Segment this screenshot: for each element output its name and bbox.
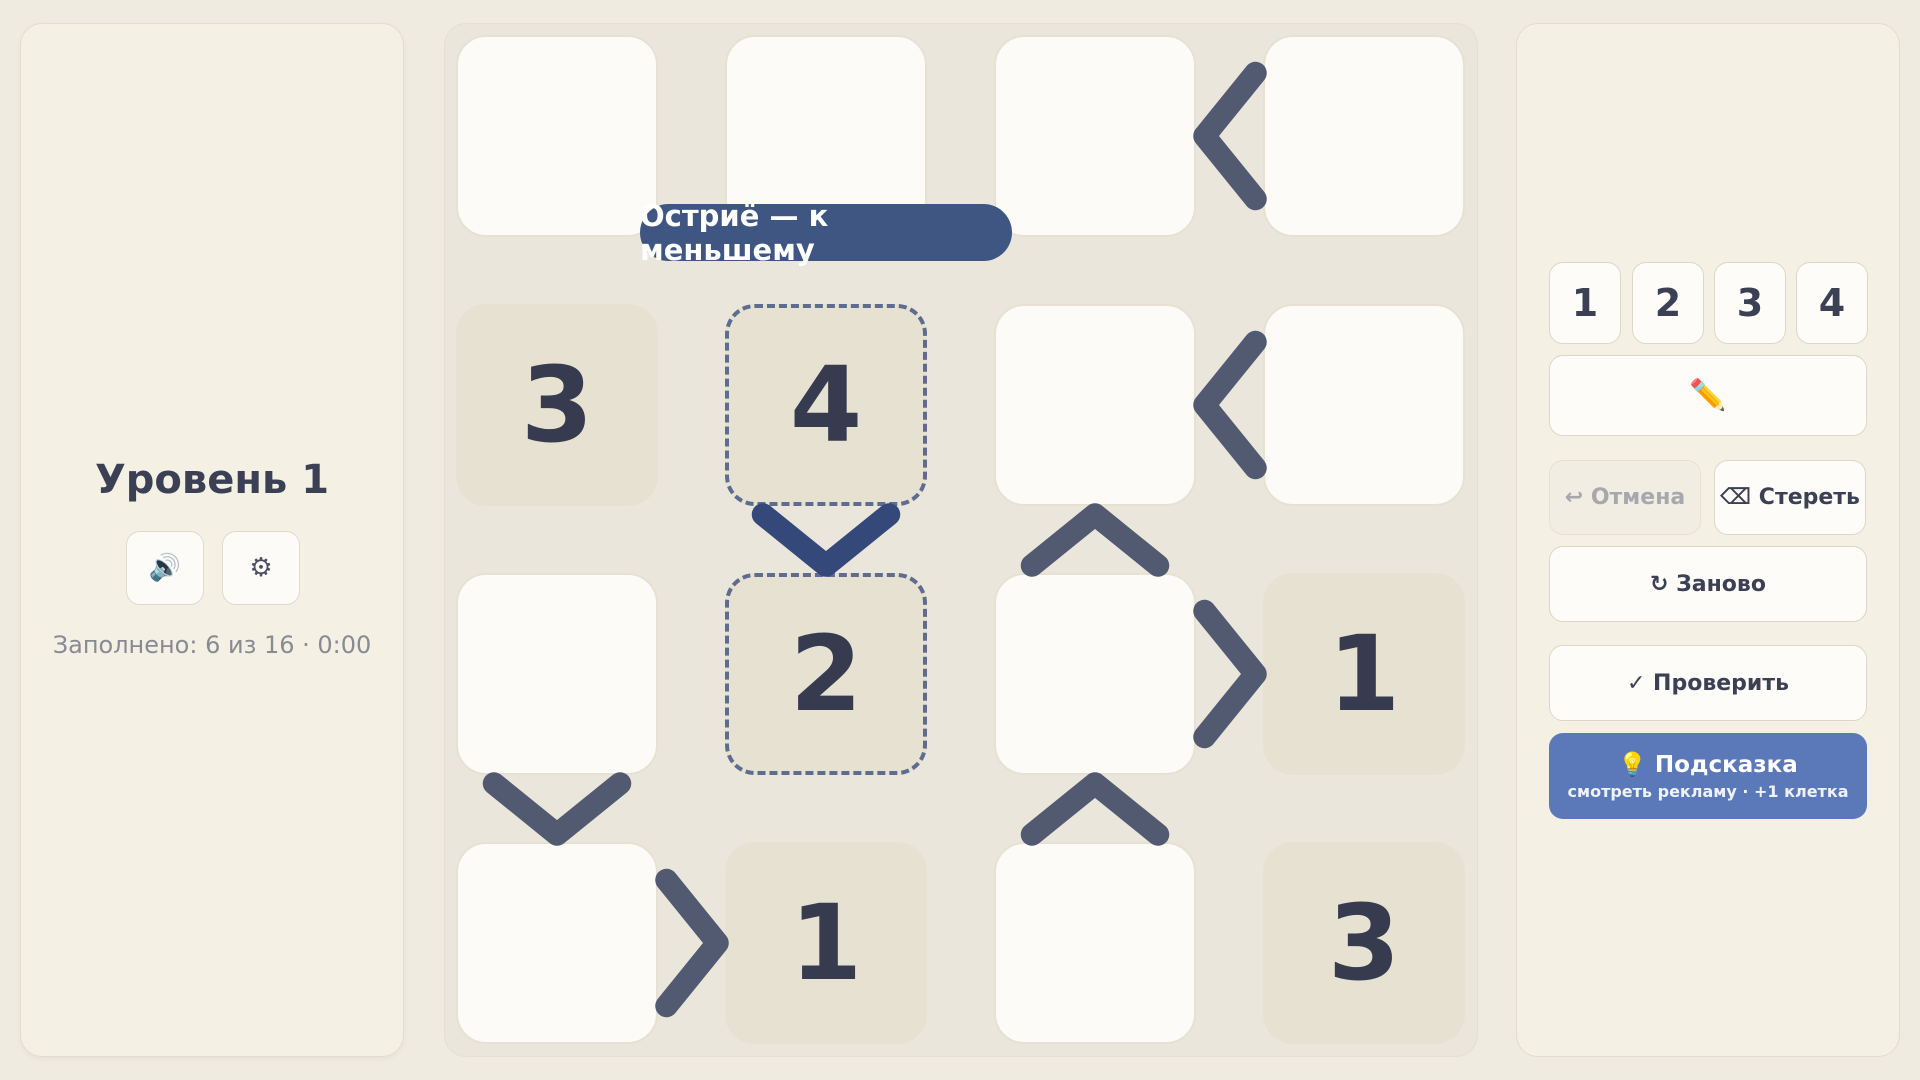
board-cell-r1-c3[interactable] (994, 35, 1196, 237)
board-cell-r4-c3[interactable] (994, 842, 1196, 1044)
board-cell-r4-c2[interactable]: 1 (725, 842, 927, 1044)
board-cell-r3-c1[interactable] (456, 573, 658, 775)
relation-greater-than-icon (642, 868, 742, 1018)
relation-7-svg (1020, 771, 1170, 846)
board-cell-r3-c3[interactable] (994, 573, 1196, 775)
relation-4-svg (1020, 502, 1170, 577)
relation-less-than-icon (1180, 330, 1280, 480)
gear-icon: ⚙ (249, 553, 273, 583)
relation-less-than-icon (1180, 61, 1280, 211)
relation-6-svg (482, 771, 632, 846)
relation-down-chevron-icon (751, 490, 901, 590)
pencil-mode-button[interactable]: ✏️ (1549, 355, 1867, 436)
board-cell-r4-c1[interactable] (456, 842, 658, 1044)
level-title: Уровень 1 (94, 457, 330, 503)
board-cell-r1-c4[interactable] (1263, 35, 1465, 237)
board-cell-r4-c4[interactable]: 3 (1263, 842, 1465, 1044)
progress-status: Заполнено: 6 из 16 · 0:00 (52, 631, 372, 659)
relation-up-chevron-icon (1020, 490, 1170, 590)
check-button[interactable]: ✓ Проверить (1549, 645, 1867, 721)
relation-2-svg (1192, 330, 1267, 480)
restart-button[interactable]: ↻ Заново (1549, 546, 1867, 622)
relation-3-svg (751, 502, 901, 577)
digit-button-3[interactable]: 3 (1714, 262, 1786, 344)
pencil-icon: ✏️ (1689, 378, 1727, 413)
hint-sublabel: смотреть рекламу · +1 клетка (1567, 782, 1849, 801)
relation-4-mark (1020, 502, 1170, 577)
relation-8-mark (654, 868, 729, 1018)
relation-1-svg (1192, 61, 1267, 211)
relation-up-chevron-icon (1020, 759, 1170, 859)
left-panel: Уровень 1 🔊 ⚙ Заполнено: 6 из 16 · 0:00 (20, 23, 404, 1057)
speaker-icon: 🔊 (148, 553, 182, 583)
sound-button[interactable]: 🔊 (126, 531, 204, 605)
digit-button-2[interactable]: 2 (1632, 262, 1704, 344)
settings-button[interactable]: ⚙ (222, 531, 300, 605)
rule-tooltip: Остриё — к меньшему (640, 199, 1012, 267)
right-panel (1516, 23, 1900, 1057)
board-cell-r2-c4[interactable] (1263, 304, 1465, 506)
hint-button[interactable]: 💡 Подсказка смотреть рекламу · +1 клетка (1549, 733, 1867, 819)
board-cell-r2-c1[interactable]: 3 (456, 304, 658, 506)
board-cell-r3-c2[interactable]: 2 (725, 573, 927, 775)
undo-button[interactable]: ↩ Отмена (1549, 460, 1701, 535)
relation-6-mark (482, 771, 632, 846)
board-cell-r3-c4[interactable]: 1 (1263, 573, 1465, 775)
relation-1-mark (1192, 61, 1267, 211)
board-cell-r2-c3[interactable] (994, 304, 1196, 506)
relation-5-svg (1192, 599, 1267, 749)
relation-7-mark (1020, 771, 1170, 846)
relation-down-chevron-icon (482, 759, 632, 859)
hint-label: 💡 Подсказка (1618, 752, 1798, 778)
relation-2-mark (1192, 330, 1267, 480)
relation-8-svg (654, 868, 729, 1018)
board-cell-r1-c1[interactable] (456, 35, 658, 237)
relation-3-mark (751, 502, 901, 577)
digit-button-4[interactable]: 4 (1796, 262, 1868, 344)
board-cell-r2-c2[interactable]: 4 (725, 304, 927, 506)
digit-button-1[interactable]: 1 (1549, 262, 1621, 344)
relation-5-mark (1192, 599, 1267, 749)
relation-greater-than-icon (1180, 599, 1280, 749)
erase-button[interactable]: ⌫ Стереть (1714, 460, 1866, 535)
